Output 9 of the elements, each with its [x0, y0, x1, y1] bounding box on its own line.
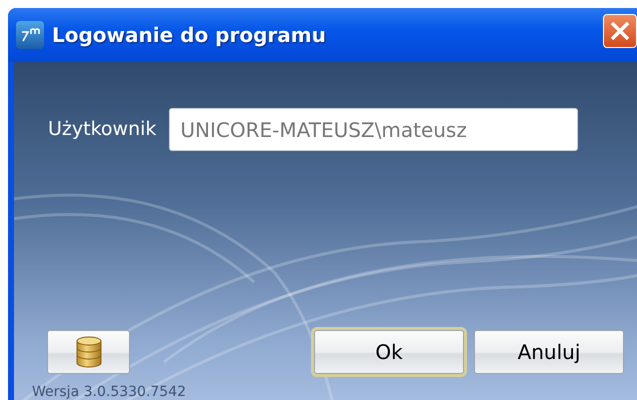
dialog-button[interactable]: Anuluj	[474, 330, 624, 374]
version-text: Wersja 3.0.5330.7542	[32, 383, 186, 400]
database-icon	[76, 336, 102, 368]
close-button[interactable]	[603, 14, 637, 48]
user-label: Użytkownik	[48, 117, 156, 142]
dialog-button[interactable]: Ok	[314, 330, 464, 374]
window-title: Logowanie do programu	[52, 22, 326, 49]
app-icon	[16, 21, 44, 49]
database-button[interactable]	[47, 330, 130, 374]
